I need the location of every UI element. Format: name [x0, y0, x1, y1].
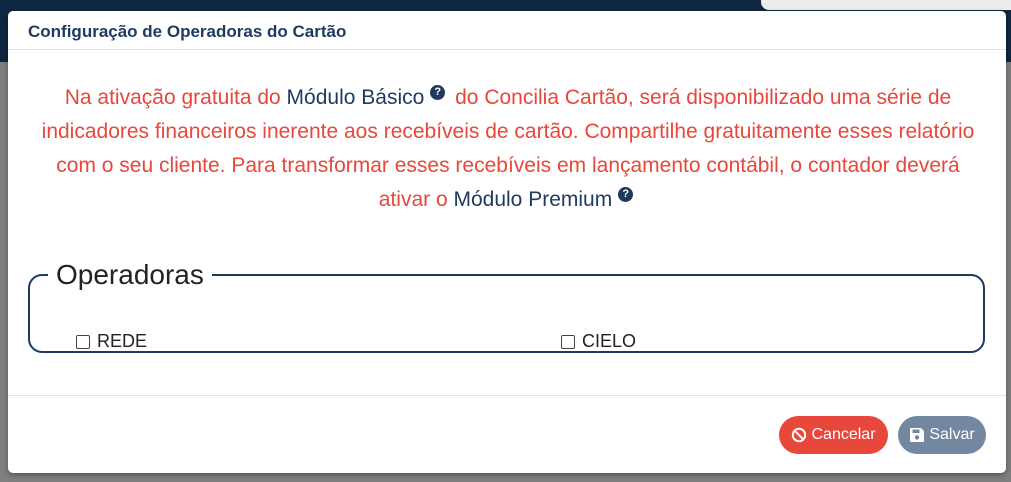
save-button-label: Salvar — [929, 426, 975, 443]
info-text-part1: Na ativação gratuita do — [64, 86, 287, 109]
basic-module-help-icon[interactable]: ? — [430, 85, 446, 100]
modal-header: Configuração de Operadoras do Cartão — [8, 11, 1006, 50]
operators-legend: Operadoras — [56, 259, 204, 290]
modal-title: Configuração de Operadoras do Cartão — [28, 22, 347, 41]
operator-rede-checkbox[interactable] — [76, 334, 90, 349]
premium-module-label: Módulo Premium — [453, 188, 613, 211]
page-header-tab — [761, 0, 1011, 10]
operator-cielo-checkbox[interactable] — [561, 334, 575, 349]
floppy-disk-icon — [910, 428, 925, 442]
operator-rede-label: REDE — [97, 331, 148, 351]
ban-icon — [792, 427, 807, 443]
cancel-button-label: Cancelar — [811, 426, 876, 443]
operator-rede-option[interactable]: REDE — [76, 331, 147, 352]
save-button[interactable]: Salvar — [898, 416, 986, 454]
basic-module-label: Módulo Básico — [286, 86, 425, 109]
operators-config-modal: Configuração de Operadoras do Cartão Na … — [8, 11, 1006, 473]
operator-cielo-option[interactable]: CIELO — [561, 331, 636, 352]
operators-fieldset: Operadoras REDE CIELO — [28, 259, 985, 353]
premium-module-help-icon[interactable]: ? — [618, 187, 634, 202]
modal-footer: Cancelar Salvar — [8, 395, 1006, 473]
operator-cielo-label: CIELO — [582, 331, 637, 351]
info-message: Na ativação gratuita do Módulo Básico? d… — [38, 81, 978, 217]
cancel-button[interactable]: Cancelar — [779, 416, 888, 454]
